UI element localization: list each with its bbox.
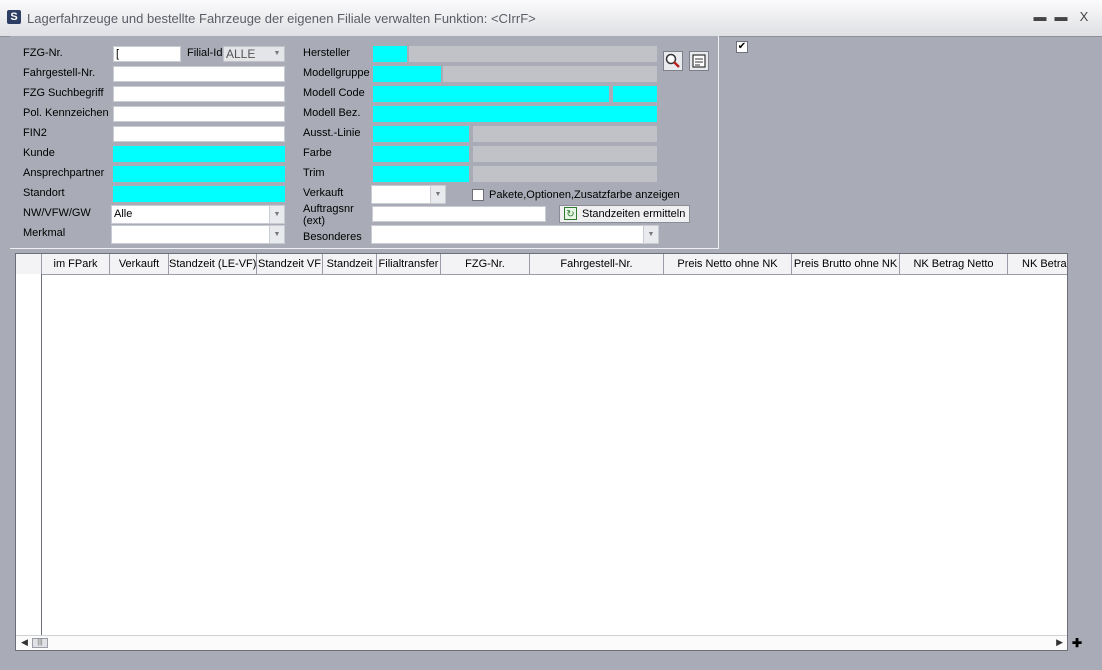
merkmal-select[interactable]: ▼ bbox=[111, 225, 285, 244]
besonderes-select[interactable]: ▼ bbox=[371, 225, 659, 244]
modell-bez-label: Modell Bez. bbox=[303, 107, 361, 119]
form-icon bbox=[692, 54, 706, 68]
kunde-input[interactable] bbox=[113, 146, 285, 162]
farbe-name-field bbox=[473, 146, 657, 162]
ausst-linie-name-field bbox=[473, 126, 657, 142]
pakete-checkbox-label: Pakete,Optionen,Zusatzfarbe anzeigen bbox=[489, 189, 680, 201]
column-header[interactable]: Preis Brutto ohne NK bbox=[792, 254, 900, 274]
fin2-input[interactable] bbox=[113, 126, 285, 142]
hersteller-name-field bbox=[409, 46, 657, 62]
top-checkbox[interactable]: ✔ bbox=[736, 41, 748, 53]
scroll-left-icon[interactable]: ◀ bbox=[21, 637, 28, 648]
column-header[interactable]: NK Betrag Netto bbox=[900, 254, 1008, 274]
chevron-down-icon: ▼ bbox=[430, 186, 445, 203]
nw-vfw-gw-select[interactable]: Alle ▼ bbox=[111, 205, 285, 224]
standzeiten-ermitteln-label: Standzeiten ermitteln bbox=[582, 208, 686, 220]
verkauft-label: Verkauft bbox=[303, 187, 344, 199]
row-selector-column bbox=[16, 274, 42, 636]
title-bar: S Lagerfahrzeuge und bestellte Fahrzeuge… bbox=[0, 0, 1102, 37]
fahrgestell-input[interactable] bbox=[113, 66, 285, 82]
auftragsnr-label: Auftragsnr (ext) bbox=[303, 203, 354, 227]
fzg-nr-input[interactable]: [ bbox=[113, 46, 181, 62]
chevron-down-icon: ▼ bbox=[269, 206, 284, 223]
app-icon: S bbox=[7, 10, 21, 24]
filial-id-label: Filial-Id bbox=[187, 47, 223, 59]
modellgruppe-name-field bbox=[443, 66, 657, 82]
fin2-label: FIN2 bbox=[23, 127, 47, 139]
suchbegriff-input[interactable] bbox=[113, 86, 285, 102]
pakete-checkbox[interactable] bbox=[472, 189, 484, 201]
besonderes-label: Besonderes bbox=[303, 231, 362, 243]
kennzeichen-label: Pol. Kennzeichen bbox=[23, 107, 109, 119]
kunde-label: Kunde bbox=[23, 147, 55, 159]
modellgruppe-label: Modellgruppe bbox=[303, 67, 370, 79]
vehicle-grid[interactable]: im FPark Verkauft Standzeit (LE-VF) Stan… bbox=[15, 253, 1068, 651]
kennzeichen-input[interactable] bbox=[113, 106, 285, 122]
hersteller-label: Hersteller bbox=[303, 47, 351, 59]
standort-input[interactable] bbox=[113, 186, 285, 202]
refresh-icon: ↻ bbox=[564, 207, 577, 220]
plus-icon[interactable]: ✚ bbox=[1071, 637, 1083, 649]
farbe-label: Farbe bbox=[303, 147, 332, 159]
horizontal-scrollbar[interactable]: ◀ ||| ▶ bbox=[16, 635, 1067, 650]
chevron-down-icon: ▼ bbox=[269, 226, 284, 243]
column-header[interactable]: Fahrgestell-Nr. bbox=[530, 254, 664, 274]
modellgruppe-code-input[interactable] bbox=[373, 66, 441, 82]
column-header[interactable]: im FPark bbox=[42, 254, 110, 274]
trim-name-field bbox=[473, 166, 657, 182]
clear-form-button[interactable] bbox=[689, 51, 709, 71]
suchbegriff-label: FZG Suchbegriff bbox=[23, 87, 104, 99]
chevron-down-icon: ▼ bbox=[643, 226, 658, 243]
hersteller-code-input[interactable] bbox=[373, 46, 407, 62]
modell-code-label: Modell Code bbox=[303, 87, 365, 99]
column-header[interactable]: Standzeit VF bbox=[257, 254, 323, 274]
column-header[interactable]: Filialtransfer bbox=[377, 254, 441, 274]
column-header[interactable]: NK Betra bbox=[1008, 254, 1068, 274]
fahrgestell-label: Fahrgestell-Nr. bbox=[23, 67, 96, 79]
grid-corner-cell bbox=[16, 254, 42, 274]
trim-label: Trim bbox=[303, 167, 325, 179]
column-header[interactable]: Verkauft bbox=[110, 254, 169, 274]
column-header[interactable]: Standzeit bbox=[323, 254, 377, 274]
column-header[interactable]: Preis Netto ohne NK bbox=[664, 254, 792, 274]
column-header[interactable]: Standzeit (LE-VF) bbox=[169, 254, 257, 274]
trim-code-input[interactable] bbox=[373, 166, 469, 182]
ansprechpartner-input[interactable] bbox=[113, 166, 285, 182]
modell-bez-input[interactable] bbox=[373, 106, 657, 122]
filial-id-select[interactable]: ALLE ▼ bbox=[223, 46, 285, 62]
fzg-nr-label: FZG-Nr. bbox=[23, 47, 63, 59]
ansprechpartner-label: Ansprechpartner bbox=[23, 167, 105, 179]
standort-label: Standort bbox=[23, 187, 65, 199]
scrollbar-thumb[interactable]: ||| bbox=[32, 638, 48, 648]
magnifier-icon bbox=[665, 53, 680, 68]
scroll-right-icon[interactable]: ▶ bbox=[1056, 637, 1063, 648]
standzeiten-ermitteln-button[interactable]: ↻ Standzeiten ermitteln bbox=[559, 205, 691, 223]
grid-header: im FPark Verkauft Standzeit (LE-VF) Stan… bbox=[16, 254, 1067, 275]
auftragsnr-input[interactable] bbox=[372, 206, 546, 222]
close-button[interactable]: X bbox=[1075, 9, 1093, 25]
chevron-down-icon: ▼ bbox=[270, 47, 284, 61]
modell-code-extra-input[interactable] bbox=[613, 86, 657, 102]
nw-vfw-gw-value: Alle bbox=[114, 208, 133, 220]
auftragsnr-label-line1: Auftragsnr bbox=[303, 203, 354, 215]
ausst-linie-label: Ausst.-Linie bbox=[303, 127, 361, 139]
window-title: Lagerfahrzeuge und bestellte Fahrzeuge d… bbox=[27, 11, 536, 26]
verkauft-select[interactable]: ▼ bbox=[371, 185, 446, 204]
column-header[interactable]: FZG-Nr. bbox=[441, 254, 530, 274]
filial-id-value: ALLE bbox=[226, 47, 256, 61]
nw-vfw-gw-label: NW/VFW/GW bbox=[23, 207, 91, 219]
auftragsnr-label-line2: (ext) bbox=[303, 215, 325, 227]
maximize-button[interactable]: ▬ bbox=[1052, 9, 1070, 25]
ausst-linie-code-input[interactable] bbox=[373, 126, 469, 142]
merkmal-label: Merkmal bbox=[23, 227, 66, 239]
search-panel: FZG-Nr. Fahrgestell-Nr. FZG Suchbegriff … bbox=[10, 36, 719, 249]
modell-code-input[interactable] bbox=[373, 86, 609, 102]
search-button[interactable] bbox=[663, 51, 683, 71]
farbe-code-input[interactable] bbox=[373, 146, 469, 162]
minimize-button[interactable]: ▬ bbox=[1031, 9, 1049, 25]
